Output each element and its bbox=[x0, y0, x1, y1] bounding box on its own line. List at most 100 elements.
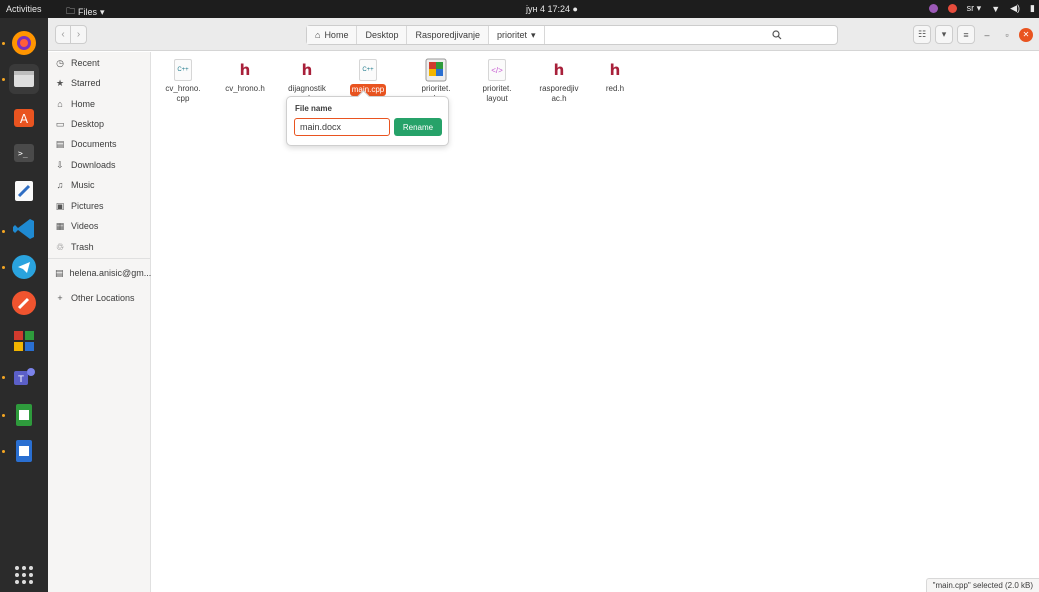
running-indicator bbox=[2, 376, 5, 379]
sidebar-item-network-drive[interactable]: ▤ helena.anisic@gm... bbox=[48, 264, 151, 282]
show-apps-icon[interactable] bbox=[15, 566, 33, 584]
calc-icon[interactable] bbox=[9, 400, 39, 430]
clock[interactable]: јун 4 17:24 ● bbox=[526, 4, 578, 14]
breadcrumb-rasporedjivanje[interactable]: Rasporedjivanje bbox=[407, 26, 490, 44]
running-indicator bbox=[2, 230, 5, 233]
file-item[interactable]: h cv_hrono.h bbox=[215, 58, 275, 94]
volume-icon[interactable]: ◀) bbox=[1010, 3, 1020, 14]
file-item[interactable]: </> prioritet. layout bbox=[467, 58, 527, 103]
software-center-icon[interactable]: A bbox=[9, 102, 39, 132]
breadcrumb-prioritet[interactable]: prioritet ▾ bbox=[489, 26, 545, 44]
writer-icon[interactable] bbox=[9, 436, 39, 466]
path-bar: ⌂ Home Desktop Rasporedjivanje prioritet… bbox=[306, 25, 838, 45]
hamburger-icon: ≡ bbox=[963, 29, 969, 40]
file-name: cv_hrono. cpp bbox=[165, 84, 201, 103]
file-name: rasporedjiv ac.h bbox=[539, 84, 579, 103]
system-tray: sr ▾ ▼ ◀) ▮ bbox=[928, 3, 1035, 14]
home-icon: ⌂ bbox=[315, 30, 321, 40]
sidebar-item-documents[interactable]: ▤ Documents bbox=[48, 135, 151, 153]
sidebar-item-desktop[interactable]: ▭ Desktop bbox=[48, 115, 151, 133]
restore-icon: ▫ bbox=[1005, 29, 1009, 40]
download-icon: ⇩ bbox=[56, 159, 64, 170]
search-button[interactable] bbox=[768, 25, 786, 45]
home-icon: ⌂ bbox=[57, 99, 63, 109]
text-editor-icon[interactable] bbox=[9, 176, 39, 206]
sidebar-item-recent[interactable]: ◷ Recent bbox=[48, 54, 151, 72]
header-bar: ‹ › ⌂ Home Desktop Rasporedjivanje prior… bbox=[48, 18, 1039, 51]
tray-app-icon[interactable] bbox=[947, 4, 957, 13]
trash-icon: ♲ bbox=[55, 241, 65, 252]
network-icon[interactable]: ▼ bbox=[991, 4, 1000, 14]
maximize-button[interactable]: ▫ bbox=[999, 27, 1015, 43]
cpp-file-icon: C++ bbox=[359, 59, 377, 81]
back-button[interactable]: ‹ bbox=[55, 25, 71, 44]
file-item-selected[interactable]: C++ main.cpp bbox=[338, 58, 398, 96]
cpp-file-icon: C++ bbox=[174, 59, 192, 81]
minimize-button[interactable]: – bbox=[979, 27, 995, 43]
tray-app-icon[interactable] bbox=[928, 4, 938, 13]
file-item[interactable]: C++ cv_hrono. cpp bbox=[153, 58, 213, 103]
app-name: Files bbox=[78, 7, 98, 17]
dock: A >_ T bbox=[0, 18, 48, 592]
top-bar: Activities 🗀 Files ▾ јун 4 17:24 ● sr ▾ … bbox=[0, 0, 1039, 18]
clock-icon: ◷ bbox=[56, 57, 64, 68]
status-bar: "main.cpp" selected (2.0 kB) bbox=[925, 578, 1039, 592]
telegram-icon[interactable] bbox=[9, 252, 39, 282]
music-icon: ♫ bbox=[56, 180, 64, 190]
files-icon[interactable] bbox=[9, 64, 39, 94]
language-indicator[interactable]: sr ▾ bbox=[967, 3, 982, 14]
sidebar-item-pictures[interactable]: ▣ Pictures bbox=[48, 197, 151, 215]
codeblocks-icon[interactable] bbox=[9, 326, 39, 356]
running-indicator bbox=[2, 78, 5, 81]
codeblocks-project-icon bbox=[425, 58, 447, 82]
file-name: red.h bbox=[605, 84, 625, 93]
chevron-left-icon: ‹ bbox=[61, 29, 65, 40]
sidebar-item-downloads[interactable]: ⇩ Downloads bbox=[48, 156, 151, 174]
forward-button[interactable]: › bbox=[71, 25, 87, 44]
chevron-down-icon: ▾ bbox=[941, 29, 947, 39]
rename-input[interactable] bbox=[294, 118, 390, 136]
view-list-button[interactable]: ☷ bbox=[913, 25, 931, 44]
firefox-icon[interactable] bbox=[9, 28, 39, 58]
running-indicator bbox=[2, 414, 5, 417]
sidebar-item-other-locations[interactable]: + Other Locations bbox=[48, 289, 151, 307]
file-item[interactable]: h rasporedjiv ac.h bbox=[529, 58, 589, 103]
header-file-icon: h bbox=[239, 61, 251, 79]
sidebar-item-videos[interactable]: ▦ Videos bbox=[48, 217, 151, 235]
breadcrumb-desktop[interactable]: Desktop bbox=[357, 26, 408, 44]
vscode-icon[interactable] bbox=[9, 214, 39, 244]
desktop-icon: ▭ bbox=[55, 118, 65, 129]
svg-text:>_: >_ bbox=[18, 149, 28, 158]
close-button[interactable]: ✕ bbox=[1019, 27, 1033, 42]
sidebar-item-home[interactable]: ⌂ Home bbox=[48, 95, 151, 113]
sidebar: ◷ Recent ★ Starred ⌂ Home ▭ Desktop ▤ Documen… bbox=[48, 52, 151, 592]
pencil-app-icon[interactable] bbox=[9, 288, 39, 318]
teams-icon[interactable]: T bbox=[9, 362, 39, 392]
header-file-icon: h bbox=[609, 61, 621, 79]
close-icon: ✕ bbox=[1022, 30, 1030, 39]
sidebar-item-starred[interactable]: ★ Starred bbox=[48, 74, 151, 92]
file-item[interactable]: h red.h bbox=[585, 58, 645, 94]
chevron-down-icon: ▾ bbox=[531, 29, 536, 40]
activities-button[interactable]: Activities bbox=[6, 4, 42, 14]
rename-label: File name bbox=[295, 104, 332, 113]
running-indicator bbox=[2, 42, 5, 45]
sidebar-item-trash[interactable]: ♲ Trash bbox=[48, 238, 151, 256]
rename-button[interactable]: Rename bbox=[394, 118, 442, 136]
search-icon bbox=[772, 30, 782, 40]
plus-icon: + bbox=[57, 293, 63, 303]
menu-button[interactable]: ≡ bbox=[957, 25, 975, 44]
file-name: cv_hrono.h bbox=[225, 84, 265, 93]
view-options-button[interactable]: ▾ bbox=[935, 25, 953, 44]
file-view[interactable]: C++ cv_hrono. cpp h cv_hrono.h h dijagno… bbox=[151, 52, 1039, 592]
star-icon: ★ bbox=[55, 77, 65, 88]
terminal-icon[interactable]: >_ bbox=[9, 138, 39, 168]
videos-icon: ▦ bbox=[55, 220, 65, 231]
header-file-icon: h bbox=[301, 61, 313, 79]
battery-icon[interactable]: ▮ bbox=[1030, 3, 1035, 14]
minimize-icon: – bbox=[984, 29, 990, 40]
sidebar-item-music[interactable]: ♫ Music bbox=[48, 176, 151, 194]
breadcrumb-home[interactable]: ⌂ Home bbox=[307, 26, 358, 44]
network-drive-icon: ▤ bbox=[55, 267, 64, 278]
nav-buttons: ‹ › bbox=[55, 25, 87, 44]
